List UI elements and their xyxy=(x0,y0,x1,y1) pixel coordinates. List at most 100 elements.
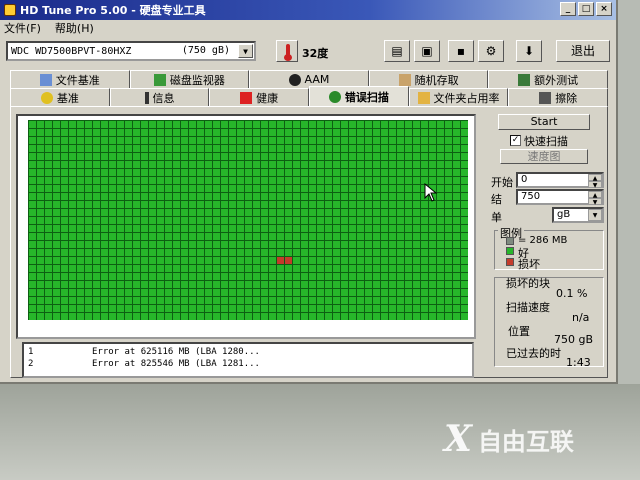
chevron-down-icon[interactable]: ▼ xyxy=(588,209,602,221)
good-block xyxy=(29,305,36,312)
good-block xyxy=(373,209,380,216)
good-block xyxy=(53,185,60,192)
app-window: HD Tune Pro 5.00 - 硬盘专业工具 _ □ × 文件(F) 帮助… xyxy=(0,0,618,384)
spin-down-icon[interactable]: ▼ xyxy=(588,181,602,189)
good-block xyxy=(37,281,44,288)
good-block xyxy=(389,193,396,200)
good-block xyxy=(125,265,132,272)
watermark-logo: X xyxy=(444,418,472,460)
drive-select[interactable]: WDC WD7500BPVT-80HXZ (750 gB) ▼ xyxy=(6,41,256,61)
start-position-input[interactable]: 0 ▲ ▼ xyxy=(516,172,604,189)
minimize-button[interactable]: _ xyxy=(560,2,576,16)
good-block xyxy=(165,281,172,288)
tab-disk-monitor[interactable]: 磁盘监视器 xyxy=(129,70,250,88)
position-label: 位置 xyxy=(508,325,530,338)
good-block xyxy=(29,153,36,160)
good-block xyxy=(149,225,156,232)
good-block xyxy=(77,249,84,256)
good-block xyxy=(53,121,60,128)
good-block xyxy=(293,313,300,320)
good-block xyxy=(309,305,316,312)
good-block xyxy=(173,289,180,296)
block-grid xyxy=(28,120,468,320)
good-block xyxy=(213,177,220,184)
good-block xyxy=(37,297,44,304)
quick-scan-checkbox[interactable]: ✓ xyxy=(510,135,521,146)
tab-extra-tests[interactable]: 额外测试 xyxy=(488,70,608,88)
maximize-button[interactable]: □ xyxy=(578,2,594,16)
good-block xyxy=(213,225,220,232)
good-block xyxy=(445,249,452,256)
tab-benchmark[interactable]: 基准 xyxy=(10,88,110,106)
tab-info[interactable]: 信息 xyxy=(109,88,210,106)
spin-up-icon[interactable]: ▲ xyxy=(588,191,602,199)
good-block xyxy=(197,137,204,144)
good-block xyxy=(237,177,244,184)
chevron-down-icon[interactable]: ▼ xyxy=(238,44,253,58)
good-block xyxy=(53,313,60,320)
tab-health[interactable]: 健康 xyxy=(209,88,310,106)
good-block xyxy=(309,145,316,152)
good-block xyxy=(221,161,228,168)
good-block xyxy=(77,297,84,304)
good-block xyxy=(237,281,244,288)
good-block xyxy=(437,217,444,224)
good-block xyxy=(133,217,140,224)
tab-folder-usage[interactable]: 文件夹占用率 xyxy=(408,88,509,106)
good-block xyxy=(293,241,300,248)
good-block xyxy=(117,145,124,152)
menu-help[interactable]: 帮助(H) xyxy=(55,20,94,36)
good-block xyxy=(397,257,404,264)
aam-icon xyxy=(288,73,301,86)
good-block xyxy=(29,201,36,208)
good-block xyxy=(365,265,372,272)
good-block xyxy=(397,281,404,288)
close-button[interactable]: × xyxy=(596,2,612,16)
error-log[interactable]: 1 Error at 625116 MB (LBA 1280... 2 Erro… xyxy=(22,342,474,378)
speed-map-button[interactable]: 速度图 xyxy=(500,149,588,164)
good-block xyxy=(149,257,156,264)
good-block xyxy=(285,289,292,296)
exit-button[interactable]: 退出 xyxy=(556,40,610,62)
good-block xyxy=(397,265,404,272)
options-icon[interactable]: ⚙ xyxy=(478,40,504,62)
good-block xyxy=(133,297,140,304)
spin-up-icon[interactable]: ▲ xyxy=(588,174,602,182)
tab-error-scan[interactable]: 错误扫描 xyxy=(309,86,409,106)
good-block xyxy=(437,209,444,216)
good-block xyxy=(373,177,380,184)
end-position-input[interactable]: 750 ▲ ▼ xyxy=(516,189,604,206)
good-block xyxy=(173,257,180,264)
good-block xyxy=(221,225,228,232)
spin-down-icon[interactable]: ▼ xyxy=(588,198,602,206)
good-block xyxy=(45,273,52,280)
copy-screenshot-icon[interactable]: ▣ xyxy=(414,40,440,62)
copy-info-icon[interactable]: ▤ xyxy=(384,40,410,62)
good-block xyxy=(53,161,60,168)
good-block xyxy=(437,265,444,272)
save-icon[interactable]: ▪ xyxy=(448,40,474,62)
good-block xyxy=(157,313,164,320)
good-block xyxy=(245,233,252,240)
good-block xyxy=(349,241,356,248)
menu-file[interactable]: 文件(F) xyxy=(4,20,41,36)
good-block xyxy=(301,265,308,272)
tab-erase[interactable]: 擦除 xyxy=(508,88,609,106)
good-block xyxy=(269,225,276,232)
unit-select[interactable]: gB ▼ xyxy=(552,207,604,223)
good-block xyxy=(293,137,300,144)
good-block xyxy=(29,289,36,296)
good-block xyxy=(69,281,76,288)
good-block xyxy=(69,233,76,240)
good-block xyxy=(93,265,100,272)
good-block xyxy=(397,305,404,312)
good-block xyxy=(133,161,140,168)
start-button[interactable]: Start xyxy=(498,114,590,130)
tab-file-benchmark[interactable]: 文件基准 xyxy=(10,70,130,88)
down-arrow-icon[interactable]: ⬇ xyxy=(516,40,542,62)
good-block xyxy=(101,169,108,176)
good-block xyxy=(237,257,244,264)
good-block xyxy=(397,233,404,240)
good-block xyxy=(37,305,44,312)
good-block xyxy=(229,177,236,184)
